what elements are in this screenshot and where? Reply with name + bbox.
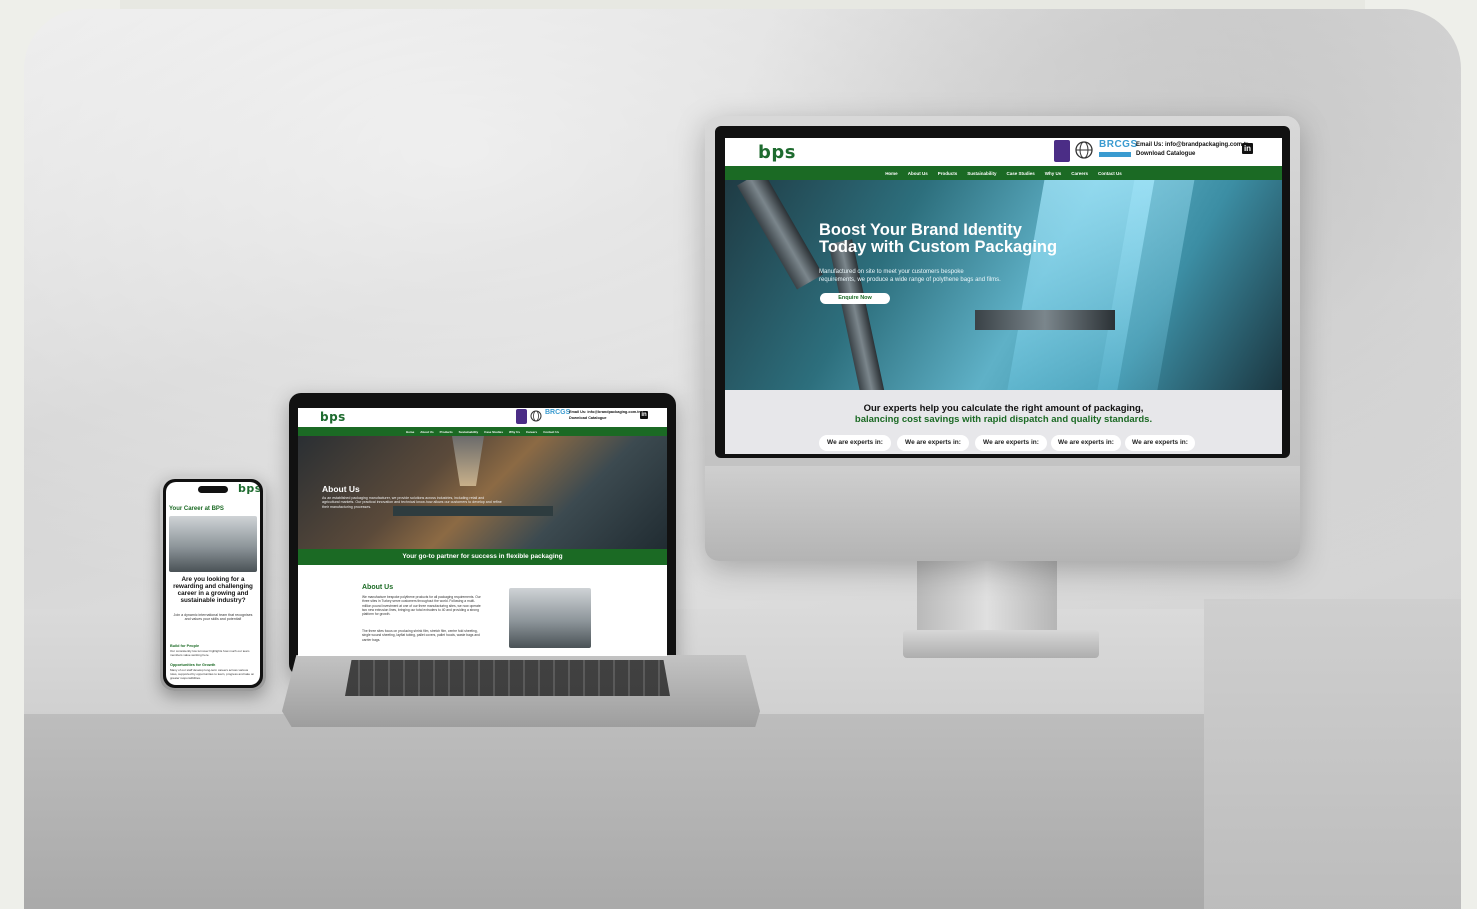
brcgs-badge: BRCGS (1099, 139, 1137, 161)
laptop-nav-sustainability[interactable]: Sustainability (459, 430, 479, 434)
about-hero-text: As an established packaging manufacturer… (322, 496, 502, 509)
factory-photo (509, 588, 591, 648)
growth-text: Many of our staff develop long-term care… (170, 668, 255, 680)
nav-careers[interactable]: Careers (1071, 171, 1088, 176)
nav-about[interactable]: About Us (908, 171, 928, 176)
machine-base-image (975, 310, 1115, 330)
download-catalogue-link[interactable]: Download Catalogue (1136, 151, 1195, 158)
laptop-nav-case-studies[interactable]: Case Studies (484, 430, 503, 434)
career-subtext: Join a dynamic international team that r… (173, 613, 253, 622)
expertise-card-2[interactable]: We are experts in: (897, 435, 969, 451)
laptop-nav-about[interactable]: About Us (420, 430, 433, 434)
about-paragraph-2: The three sites focus on producing shrin… (362, 629, 480, 642)
hero-title-line-1: Boost Your Brand Identity (819, 221, 1022, 239)
phone-site-logo[interactable]: bps (238, 482, 260, 495)
about-paragraph-1: We manufacture bespoke polythene product… (362, 595, 481, 617)
laptop-ukas-badge (516, 409, 527, 424)
expertise-card-3[interactable]: We are experts in: (975, 435, 1047, 451)
hero-subtitle-line-1: Manufactured on site to meet your custom… (819, 269, 964, 275)
site-header: bps BRCGS Email Us: info@brandpackaging.… (725, 138, 1282, 166)
iso-globe-icon (1075, 141, 1093, 159)
about-hero-title: About Us (322, 484, 360, 494)
expertise-card-1[interactable]: We are experts in: (819, 435, 891, 451)
growth-heading: Opportunities for Growth (170, 663, 216, 667)
career-headline: Are you looking for a rewarding and chal… (173, 576, 253, 604)
laptop-iso-globe-icon (530, 410, 542, 422)
nav-sustainability[interactable]: Sustainability (967, 171, 996, 176)
laptop-nav-contact[interactable]: Contact Us (543, 430, 559, 434)
laptop-email-link[interactable]: Email Us: info@brandpackaging.com.tr (569, 410, 640, 415)
laptop-site-logo[interactable]: bps (320, 410, 346, 424)
linkedin-icon[interactable]: in (1242, 143, 1253, 154)
nav-case-studies[interactable]: Case Studies (1006, 171, 1034, 176)
laptop-keyboard (345, 660, 670, 696)
nav-products[interactable]: Products (938, 171, 958, 176)
laptop-brcgs-badge: BRCGS (545, 409, 571, 416)
site-logo[interactable]: bps (758, 142, 796, 163)
people-heading: Build for People (170, 644, 200, 648)
laptop-nav-home[interactable]: Home (406, 430, 414, 434)
laptop-main-nav: Home About Us Products Sustainability Ca… (298, 427, 667, 436)
dynamic-island (198, 486, 228, 493)
main-nav: Home About Us Products Sustainability Ca… (725, 166, 1282, 180)
hero-banner: Boost Your Brand Identity Today with Cus… (725, 180, 1282, 390)
hero-title-line-2: Today with Custom Packaging (819, 238, 1058, 256)
imac-stand-foot (903, 630, 1099, 658)
career-building-photo (169, 516, 257, 572)
experts-heading-line-2: balancing cost savings with rapid dispat… (854, 414, 1153, 425)
hero-subtitle-line-2: requirements, we produce a wide range of… (819, 277, 1001, 283)
laptop-download-link[interactable]: Download Catalogue (569, 416, 607, 421)
laptop-nav-why-us[interactable]: Why Us (509, 430, 520, 434)
about-section-title: About Us (362, 584, 394, 591)
machine-arm-image (737, 180, 823, 290)
enquire-now-button[interactable]: Enquire Now (820, 293, 890, 304)
nav-home[interactable]: Home (885, 171, 898, 176)
laptop-screen: bps BRCGS Email Us: info@brandpackaging.… (298, 408, 667, 656)
experts-section: Our experts help you calculate the right… (725, 390, 1282, 454)
people-text: Our consistently low turnover highlights… (170, 649, 250, 657)
machine-part-image (828, 239, 886, 390)
phone-screen: bps Your Career at BPS Are you looking f… (166, 482, 260, 685)
laptop-site-header: bps BRCGS Email Us: info@brandpackaging.… (298, 408, 667, 427)
imac-chin (705, 466, 1300, 561)
pedestal-block (1204, 599, 1461, 909)
tagline-strip: Your go-to partner for success in flexib… (298, 549, 667, 565)
ukas-badge (1054, 140, 1070, 162)
career-title: Your Career at BPS (169, 506, 224, 512)
laptop-linkedin-icon[interactable]: in (640, 411, 648, 419)
nav-why-us[interactable]: Why Us (1045, 171, 1062, 176)
expertise-card-4[interactable]: We are experts in: (1051, 435, 1121, 451)
about-hero-banner: About Us As an established packaging man… (298, 436, 667, 556)
hopper-image (452, 436, 484, 486)
laptop-nav-products[interactable]: Products (440, 430, 453, 434)
email-link[interactable]: Email Us: info@brandpackaging.com.tr (1136, 142, 1248, 149)
imac-screen: bps BRCGS Email Us: info@brandpackaging.… (725, 138, 1282, 454)
nav-contact[interactable]: Contact Us (1098, 171, 1122, 176)
expertise-card-5[interactable]: We are experts in: (1125, 435, 1195, 451)
laptop-nav-careers[interactable]: Careers (526, 430, 537, 434)
